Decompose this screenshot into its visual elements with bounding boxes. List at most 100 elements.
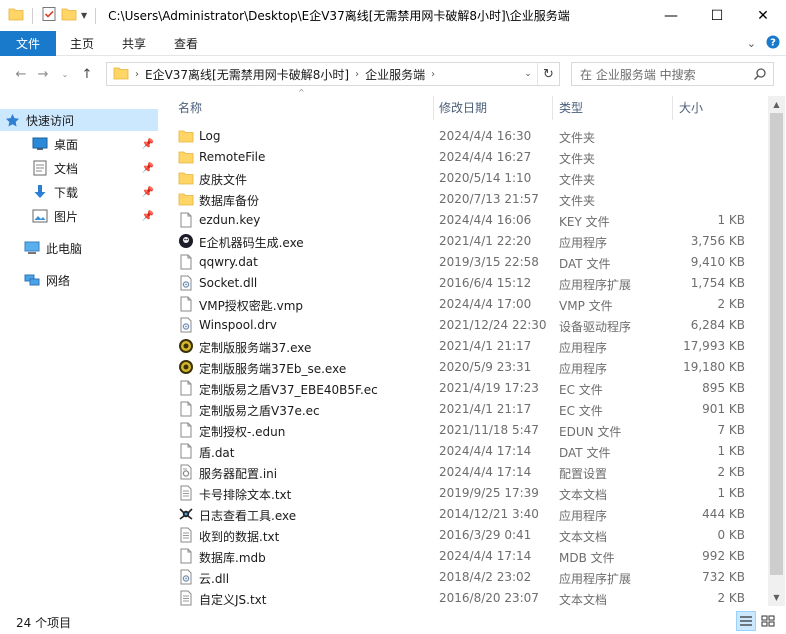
folder-icon: [178, 128, 194, 144]
tab-home[interactable]: 主页: [56, 31, 108, 56]
file-icon: [178, 401, 194, 417]
tab-share[interactable]: 共享: [108, 31, 160, 56]
nav-quick-access[interactable]: 快速访问: [0, 109, 158, 131]
column-divider[interactable]: [672, 96, 673, 120]
file-type: 应用程序: [559, 341, 608, 355]
nav-network[interactable]: 网络: [0, 269, 158, 291]
vertical-scrollbar[interactable]: ▲ ▼: [768, 96, 785, 606]
column-divider[interactable]: [552, 96, 553, 120]
file-type: 文本文档: [559, 593, 608, 607]
folder-icon: [113, 66, 129, 83]
text-file-icon: [178, 527, 194, 543]
file-type: 文件夹: [559, 194, 596, 208]
file-row[interactable]: 定制版服务端37.exe 2021/4/1 21:17 应用程序 17,993 KB: [172, 336, 766, 357]
pin-icon[interactable]: 📌: [142, 211, 154, 222]
pin-icon[interactable]: 📌: [142, 187, 154, 198]
file-size: 895 KB: [702, 381, 745, 395]
pin-icon[interactable]: 📌: [142, 139, 154, 150]
large-icons-view-button[interactable]: [758, 611, 778, 631]
search-placeholder: 在 企业服务端 中搜索: [580, 67, 696, 82]
close-button[interactable]: ✕: [740, 0, 786, 31]
file-name: 皮肤文件: [199, 173, 248, 187]
file-row[interactable]: E企机器码生成.exe 2021/4/1 22:20 应用程序 3,756 KB: [172, 231, 766, 252]
expand-ribbon-icon[interactable]: ⌄: [747, 37, 756, 50]
sort-ascending-icon: ^: [298, 88, 305, 97]
scroll-down-icon[interactable]: ▼: [768, 589, 785, 606]
file-row[interactable]: RemoteFile 2024/4/4 16:27 文件夹: [172, 147, 766, 168]
column-divider[interactable]: [433, 96, 434, 120]
tab-file[interactable]: 文件: [0, 30, 57, 56]
nav-label: 图片: [54, 209, 79, 224]
file-row[interactable]: 自定义JS.txt 2016/8/20 23:07 文本文档 2 KB: [172, 588, 766, 609]
scrollbar-thumb[interactable]: [770, 113, 783, 575]
column-header-name[interactable]: 名称: [178, 95, 202, 119]
file-date: 2019/9/25 17:39: [439, 486, 539, 500]
file-row[interactable]: 收到的数据.txt 2016/3/29 0:41 文本文档 0 KB: [172, 525, 766, 546]
file-row[interactable]: Log 2024/4/4 16:30 文件夹: [172, 126, 766, 147]
file-icon: [178, 296, 194, 312]
file-row[interactable]: 盾.dat 2024/4/4 17:14 DAT 文件 1 KB: [172, 441, 766, 462]
nav-label: 网络: [46, 273, 71, 288]
breadcrumb-parent[interactable]: E企V37离线[无需禁用网卡破解8小时]: [145, 66, 349, 83]
nav-item-downloads[interactable]: 下载 📌: [0, 181, 158, 203]
file-date: 2016/3/29 0:41: [439, 528, 532, 542]
file-row[interactable]: 服务器配置.ini 2024/4/4 17:14 配置设置 2 KB: [172, 462, 766, 483]
breadcrumb-current[interactable]: 企业服务端: [365, 66, 425, 83]
file-row[interactable]: 数据库.mdb 2024/4/4 17:14 MDB 文件 992 KB: [172, 546, 766, 567]
file-row[interactable]: ezdun.key 2024/4/4 16:06 KEY 文件 1 KB: [172, 210, 766, 231]
qat-dropdown-icon[interactable]: ▼: [81, 11, 87, 20]
file-type: 文件夹: [559, 173, 596, 187]
nav-item-pictures[interactable]: 图片 📌: [0, 205, 158, 227]
toolbar-divider: [32, 7, 33, 24]
up-button[interactable]: ↑: [76, 62, 98, 86]
file-date: 2020/5/9 23:31: [439, 360, 532, 374]
document-icon: [32, 160, 48, 176]
file-type: DAT 文件: [559, 446, 611, 460]
refresh-icon[interactable]: ↻: [537, 63, 559, 85]
recent-locations-button[interactable]: ⌄: [54, 62, 76, 86]
scroll-up-icon[interactable]: ▲: [768, 96, 785, 113]
minimize-button[interactable]: —: [648, 0, 694, 31]
nav-label: 下载: [54, 185, 79, 200]
column-header-size[interactable]: 大小: [679, 95, 703, 119]
nav-this-pc[interactable]: 此电脑: [0, 237, 158, 259]
search-input[interactable]: 在 企业服务端 中搜索: [571, 62, 774, 86]
file-row[interactable]: 数据库备份 2020/7/13 21:57 文件夹: [172, 189, 766, 210]
file-date: 2021/4/1 22:20: [439, 234, 532, 248]
file-row[interactable]: 皮肤文件 2020/5/14 1:10 文件夹: [172, 168, 766, 189]
file-row[interactable]: Socket.dll 2016/6/4 15:12 应用程序扩展 1,754 KB: [172, 273, 766, 294]
tab-view[interactable]: 查看: [160, 31, 212, 56]
file-row[interactable]: 定制授权-.edun 2021/11/18 5:47 EDUN 文件 7 KB: [172, 420, 766, 441]
file-row[interactable]: 卡号排除文本.txt 2019/9/25 17:39 文本文档 1 KB: [172, 483, 766, 504]
nav-item-desktop[interactable]: 桌面 📌: [0, 133, 158, 155]
new-folder-icon[interactable]: [61, 7, 77, 24]
maximize-button[interactable]: ☐: [694, 0, 740, 31]
pin-icon[interactable]: 📌: [142, 163, 154, 174]
column-header-type[interactable]: 类型: [559, 95, 583, 119]
address-bar[interactable]: › E企V37离线[无需禁用网卡破解8小时] › 企业服务端 › ⌄ ↻: [106, 62, 560, 86]
file-date: 2024/4/4 17:00: [439, 297, 532, 311]
properties-icon[interactable]: [41, 6, 57, 25]
file-type: KEY 文件: [559, 215, 610, 229]
file-row[interactable]: Winspool.drv 2021/12/24 22:30 设备驱动程序 6,284 …: [172, 315, 766, 336]
forward-button[interactable]: →: [32, 62, 54, 86]
file-row[interactable]: qqwry.dat 2019/3/15 22:58 DAT 文件 9,410 KB: [172, 252, 766, 273]
address-dropdown-icon[interactable]: ⌄: [519, 63, 537, 85]
nav-item-documents[interactable]: 文档 📌: [0, 157, 158, 179]
file-name: Log: [199, 129, 221, 143]
file-size: 9,410 KB: [690, 255, 745, 269]
file-row[interactable]: 定制版易之盾V37_EBE40B5F.ec 2021/4/19 17:23 EC 文…: [172, 378, 766, 399]
back-button[interactable]: ←: [10, 62, 32, 86]
details-view-button[interactable]: [736, 611, 756, 631]
file-row[interactable]: 云.dll 2018/4/2 23:02 应用程序扩展 732 KB: [172, 567, 766, 588]
nav-label: 快速访问: [26, 113, 75, 128]
file-row[interactable]: VMP授权密匙.vmp 2024/4/4 17:00 VMP 文件 2 KB: [172, 294, 766, 315]
file-row[interactable]: 日志查看工具.exe 2014/12/21 3:40 应用程序 444 KB: [172, 504, 766, 525]
column-header-date[interactable]: 修改日期: [439, 95, 487, 119]
file-row[interactable]: 定制版服务端37Eb_se.exe 2020/5/9 23:31 应用程序 19,18…: [172, 357, 766, 378]
file-name: 定制版易之盾V37_EBE40B5F.ec: [199, 383, 378, 397]
help-icon[interactable]: ?: [766, 35, 780, 52]
file-row[interactable]: 定制版易之盾V37e.ec 2021/4/1 21:17 EC 文件 901 KB: [172, 399, 766, 420]
folder-icon: [178, 191, 194, 207]
file-type: EDUN 文件: [559, 425, 622, 439]
